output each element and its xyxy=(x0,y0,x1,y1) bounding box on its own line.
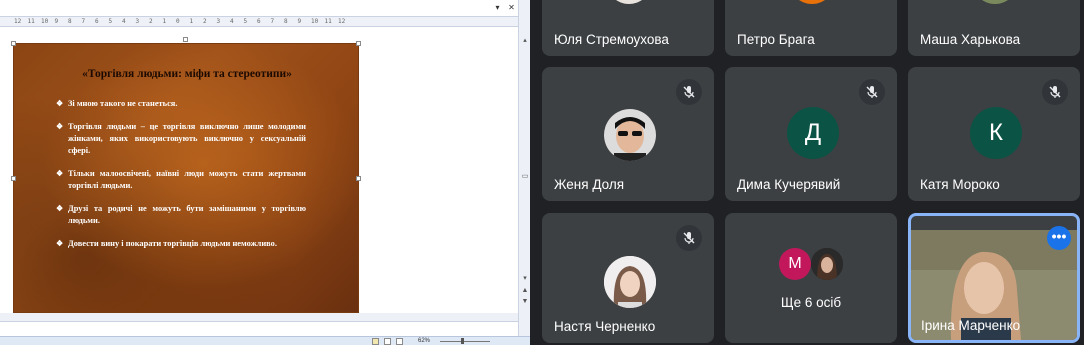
horizontal-ruler: 12 11 10 9 8 7 6 5 4 3 2 1 0 1 2 3 4 5 6 7 8 9 10 11 12 xyxy=(0,16,518,27)
ruler-tick-label: 7 xyxy=(81,18,86,25)
next-slide-icon[interactable]: ▼ xyxy=(520,297,530,307)
participant-tile-active[interactable]: ••• Ірина Марченко xyxy=(908,213,1080,343)
participant-tile[interactable]: Маша Харькова xyxy=(908,0,1080,56)
ruler-tick-label: 10 xyxy=(311,18,319,25)
mic-off-icon xyxy=(1042,79,1068,105)
ruler-tick-label: 12 xyxy=(14,18,22,25)
scroll-thumb[interactable]: ▭ xyxy=(520,172,530,182)
scroll-up-icon[interactable]: ▴ xyxy=(520,36,530,46)
ruler-tick-label: 4 xyxy=(230,18,234,25)
zoom-slider-thumb[interactable] xyxy=(461,338,464,344)
participant-photo xyxy=(604,109,656,161)
resize-handle[interactable] xyxy=(356,176,361,181)
slide-title[interactable]: «Торгівля людьми: міфи та стереотипи» xyxy=(14,68,360,80)
ruler-tick-label: 1 xyxy=(162,18,167,25)
ruler-tick-label: 3 xyxy=(135,18,140,25)
mic-off-icon xyxy=(859,79,885,105)
ruler-tick-label: 11 xyxy=(27,18,35,25)
ruler-tick-label: 9 xyxy=(297,18,302,25)
previous-slide-icon[interactable]: ▲ xyxy=(520,286,530,296)
ruler-tick-label: 2 xyxy=(203,18,207,25)
participant-name: Женя Доля xyxy=(554,177,625,192)
ruler-tick-label: 10 xyxy=(41,18,49,25)
slide-bullet: ❖ Довести вину і покарати торгівців людьм… xyxy=(56,239,277,248)
meeting-grid: Юля Стремоухова Петро Брага Маша Харьков… xyxy=(530,0,1084,345)
participant-avatar: М xyxy=(779,248,811,280)
status-bar: 62% xyxy=(0,336,530,345)
zoom-level[interactable]: 62% xyxy=(418,338,430,344)
slide-bullet: ❖ Торгівля людьми – це торгівля виключно … xyxy=(56,122,306,155)
participant-tile[interactable]: Петро Брага xyxy=(725,0,897,56)
notes-pane[interactable] xyxy=(0,321,518,336)
diamond-bullet-icon: ❖ xyxy=(56,99,64,108)
normal-view-icon[interactable] xyxy=(372,338,379,345)
slide-sorter-icon[interactable] xyxy=(384,338,391,345)
participant-video xyxy=(606,0,652,4)
slide-bullet: ❖ Зі мною такого не станеться. xyxy=(56,99,178,108)
diamond-bullet-icon: ❖ xyxy=(56,239,64,248)
participant-tile[interactable]: Юля Стремоухова xyxy=(542,0,714,56)
participant-name: Катя Мороко xyxy=(920,177,1000,192)
slide-canvas[interactable]: «Торгівля людьми: міфи та стереотипи» ❖ З… xyxy=(13,43,359,313)
resize-handle[interactable] xyxy=(356,41,361,46)
resize-handle[interactable] xyxy=(183,37,188,42)
diamond-bullet-icon: ❖ xyxy=(56,122,64,131)
more-participants-label: Ще 6 осіб xyxy=(780,295,842,310)
close-pane-icon[interactable]: ✕ xyxy=(506,2,517,13)
mic-off-icon xyxy=(676,79,702,105)
participant-name: Настя Черненко xyxy=(554,319,656,334)
participant-photo xyxy=(811,248,843,280)
participant-avatar: Д xyxy=(787,107,839,159)
resize-handle[interactable] xyxy=(11,41,16,46)
participant-name: Маша Харькова xyxy=(920,32,1021,47)
participant-video xyxy=(972,0,1018,4)
participant-name: Дима Кучерявий xyxy=(737,177,841,192)
mic-off-icon xyxy=(676,225,702,251)
ruler-tick-label: 0 xyxy=(176,18,180,25)
ruler-tick-label: 9 xyxy=(54,18,59,25)
horizontal-scrollbar[interactable] xyxy=(0,313,518,321)
ribbon-collapse-icon[interactable]: ▾ xyxy=(492,2,503,13)
participant-name: Юля Стремоухова xyxy=(554,32,669,47)
ruler-tick-label: 12 xyxy=(338,18,346,25)
scroll-down-icon[interactable]: ▾ xyxy=(520,274,530,284)
participant-tile[interactable]: Настя Черненко xyxy=(542,213,714,343)
ruler-tick-label: 3 xyxy=(216,18,221,25)
ruler-tick-label: 2 xyxy=(149,18,153,25)
participant-tile[interactable]: М Ще 6 осіб xyxy=(725,213,897,343)
ruler-tick-label: 8 xyxy=(284,18,288,25)
ruler-tick-label: 1 xyxy=(189,18,194,25)
participant-avatar xyxy=(789,0,835,4)
diamond-bullet-icon: ❖ xyxy=(56,169,64,178)
ruler-tick-label: 6 xyxy=(257,18,261,25)
ruler-tick-label: 5 xyxy=(243,18,248,25)
more-horiz-icon[interactable]: ••• xyxy=(1047,226,1071,250)
participant-tile[interactable]: К Катя Мороко xyxy=(908,67,1080,201)
slide-bullet: ❖ Друзі та родичі не можуть бути замішани… xyxy=(56,204,306,225)
diamond-bullet-icon: ❖ xyxy=(56,204,64,213)
ruler-tick-label: 6 xyxy=(95,18,99,25)
vertical-scrollbar[interactable]: ▴ ▭ ▾ ▲ ▼ xyxy=(518,0,530,345)
ruler-tick-label: 4 xyxy=(122,18,126,25)
presentation-editor: ▾ ✕ 12 11 10 9 8 7 6 5 4 3 2 1 0 1 2 3 4 5 6 7 8 9 10 11 12 «Тор… xyxy=(0,0,530,345)
ruler-tick-label: 8 xyxy=(68,18,72,25)
participant-tile[interactable]: Женя Доля xyxy=(542,67,714,201)
participant-name: Ірина Марченко xyxy=(921,318,1021,333)
participant-tile[interactable]: Д Дима Кучерявий xyxy=(725,67,897,201)
participant-name: Петро Брага xyxy=(737,32,815,47)
participant-avatar: К xyxy=(970,107,1022,159)
ruler-tick-label: 7 xyxy=(270,18,275,25)
participant-photo xyxy=(604,256,656,308)
zoom-slider[interactable] xyxy=(440,341,490,342)
slideshow-icon[interactable] xyxy=(396,338,403,345)
resize-handle[interactable] xyxy=(11,176,16,181)
slide-bullet-list[interactable]: ❖ Зі мною такого не станеться. ❖ Торгівля … xyxy=(56,98,306,261)
slide-bullet: ❖ Тільки малоосвічені, наївні люди можуть… xyxy=(56,169,306,190)
ruler-tick-label: 5 xyxy=(108,18,113,25)
ruler-tick-label: 11 xyxy=(324,18,332,25)
